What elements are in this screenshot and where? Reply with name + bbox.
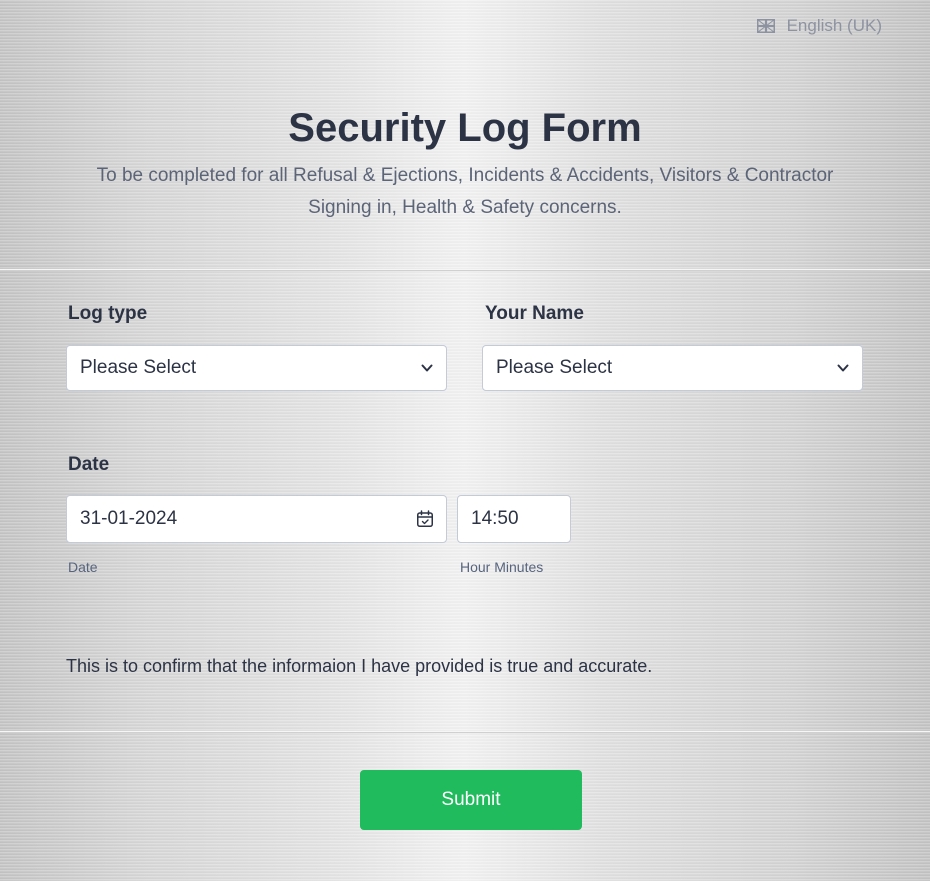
form-header: Security Log Form To be completed for al… — [0, 104, 930, 224]
date-label: Date — [68, 454, 110, 475]
language-label: English (UK) — [786, 16, 882, 35]
time-value: 14:50 — [471, 508, 519, 529]
your-name-select[interactable]: Please Select — [482, 345, 863, 391]
calendar-icon[interactable] — [416, 510, 434, 528]
time-input[interactable]: 14:50 — [457, 495, 571, 543]
confirmation-text: This is to confirm that the informaion I… — [66, 656, 653, 676]
page-title: Security Log Form — [288, 106, 642, 150]
your-name-value: Please Select — [496, 357, 613, 378]
date-input[interactable]: 31-01-2024 — [66, 495, 447, 543]
chevron-down-icon — [421, 364, 433, 372]
language-selector[interactable]: English (UK) — [756, 16, 882, 36]
your-name-label: Your Name — [485, 303, 584, 324]
time-sublabel: Hour Minutes — [460, 559, 544, 575]
date-value: 31-01-2024 — [80, 508, 178, 529]
chevron-down-icon — [837, 364, 849, 372]
header-divider — [0, 269, 930, 271]
uk-flag-icon — [756, 19, 775, 33]
page-subtitle: To be completed for all Refusal & Ejecti… — [96, 165, 834, 218]
submit-button[interactable]: Submit — [360, 770, 582, 830]
date-sublabel: Date — [68, 559, 98, 575]
log-type-value: Please Select — [80, 357, 197, 378]
log-type-select[interactable]: Please Select — [66, 345, 447, 391]
footer-divider — [0, 731, 930, 733]
log-type-label: Log type — [68, 303, 148, 324]
